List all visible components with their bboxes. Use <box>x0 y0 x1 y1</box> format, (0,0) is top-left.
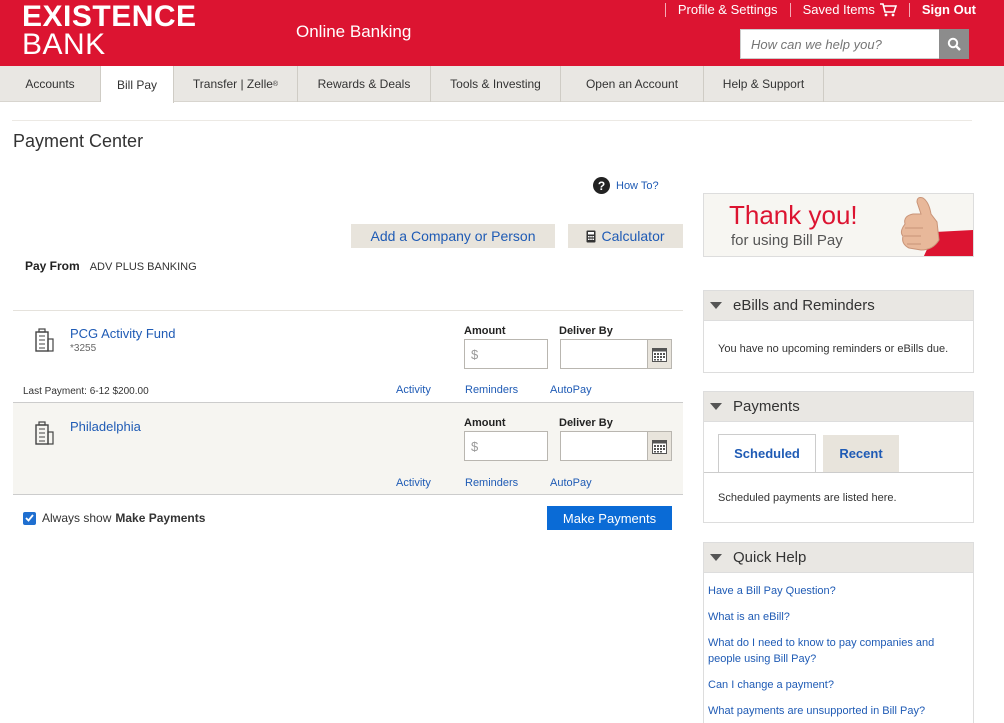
deliver-by-input[interactable] <box>560 339 672 369</box>
reminders-link[interactable]: Reminders <box>465 384 518 396</box>
tab-bill-pay[interactable]: Bill Pay <box>101 66 174 103</box>
pay-from-label: Pay From <box>25 259 80 273</box>
building-icon <box>35 328 54 352</box>
payments-message: Scheduled payments are listed here. <box>718 492 897 504</box>
cart-icon <box>879 2 897 16</box>
calculator-icon <box>586 230 596 242</box>
sign-out-link[interactable]: Sign Out <box>922 2 976 17</box>
payments-panel: Payments Scheduled Recent Scheduled paym… <box>703 391 974 523</box>
calendar-button[interactable] <box>647 340 671 368</box>
pay-from-account[interactable]: ADV PLUS BANKING <box>90 261 197 273</box>
quick-help-link[interactable]: What payments are unsupported in Bill Pa… <box>708 703 958 719</box>
divider <box>664 2 666 17</box>
tab-transfer-label: Transfer | Zelle <box>192 77 273 91</box>
calculator-label: Calculator <box>601 228 665 244</box>
how-to-label: How To? <box>616 179 659 192</box>
saved-items-label: Saved Items <box>802 2 875 17</box>
search-box <box>740 29 969 59</box>
payee-row: Philadelphia Amount $ Deliver By Activit… <box>13 402 683 495</box>
help-question-icon: ? <box>593 177 610 194</box>
collapse-triangle-icon <box>710 302 722 309</box>
search-input[interactable] <box>740 29 939 59</box>
activity-link[interactable]: Activity <box>396 477 431 489</box>
amount-label: Amount <box>464 325 506 337</box>
search-button[interactable] <box>939 29 969 59</box>
collapse-triangle-icon <box>710 554 722 561</box>
divider <box>908 2 910 17</box>
tab-recent[interactable]: Recent <box>823 435 899 472</box>
checkbox-checked-icon <box>23 511 36 525</box>
quick-help-link[interactable]: Can I change a payment? <box>708 677 958 693</box>
logo-line2: BANK <box>22 28 106 61</box>
autopay-link[interactable]: AutoPay <box>550 477 592 489</box>
calendar-button[interactable] <box>647 432 671 460</box>
building-icon <box>35 421 54 445</box>
promo-subline: for using Bill Pay <box>731 232 843 249</box>
deliver-by-label: Deliver By <box>559 417 613 429</box>
calculator-button[interactable]: Calculator <box>568 224 683 248</box>
tab-rewards[interactable]: Rewards & Deals <box>298 66 431 102</box>
payee-name-link[interactable]: Philadelphia <box>70 419 141 434</box>
deliver-by-input[interactable] <box>560 431 672 461</box>
amount-input[interactable]: $ <box>464 431 548 461</box>
profile-settings-link[interactable]: Profile & Settings <box>678 2 778 17</box>
ebills-panel: eBills and Reminders You have no upcomin… <box>703 290 974 373</box>
divider <box>789 2 791 17</box>
reminders-link[interactable]: Reminders <box>465 477 518 489</box>
quick-help-header[interactable]: Quick Help <box>704 543 973 573</box>
tab-help-support[interactable]: Help & Support <box>704 66 824 102</box>
quick-help-link[interactable]: What do I need to know to pay companies … <box>708 635 958 667</box>
search-icon <box>947 37 961 51</box>
promo-headline: Thank you! <box>729 200 858 230</box>
autopay-link[interactable]: AutoPay <box>550 384 592 396</box>
tab-scheduled[interactable]: Scheduled <box>718 434 816 472</box>
main-nav: Accounts Bill Pay Transfer | Zelle ® Rewa… <box>0 66 1004 103</box>
quick-help-link[interactable]: Have a Bill Pay Question? <box>708 583 958 599</box>
tab-tools-investing[interactable]: Tools & Investing <box>431 66 561 102</box>
product-title: Online Banking <box>296 22 412 41</box>
calendar-icon <box>652 439 667 454</box>
payee-name-link[interactable]: PCG Activity Fund <box>70 326 175 341</box>
always-show-label: Always show <box>42 511 112 525</box>
saved-items-link[interactable]: Saved Items <box>803 2 897 17</box>
deliver-by-label: Deliver By <box>559 325 613 337</box>
quick-help-panel: Quick Help Have a Bill Pay Question? Wha… <box>703 542 974 723</box>
tab-accounts[interactable]: Accounts <box>0 66 101 102</box>
quick-help-title: Quick Help <box>733 549 807 566</box>
divider <box>704 472 973 473</box>
payee-account-number: *3255 <box>70 343 97 354</box>
amount-input[interactable]: $ <box>464 339 548 369</box>
calendar-icon <box>652 347 667 362</box>
bank-logo[interactable]: EXISTENCE BANK <box>22 0 197 61</box>
page-title: Payment Center <box>13 131 144 151</box>
tab-transfer-zelle[interactable]: Transfer | Zelle ® <box>174 66 298 102</box>
pay-from: Pay From ADV PLUS BANKING <box>25 259 197 273</box>
ebills-message: You have no upcoming reminders or eBills… <box>718 343 949 355</box>
how-to-link[interactable]: ? How To? <box>593 177 659 194</box>
ebills-title: eBills and Reminders <box>733 297 875 314</box>
amount-label: Amount <box>464 417 506 429</box>
always-show-bold-label: Make Payments <box>115 511 206 525</box>
last-payment-info: Last Payment: 6-12 $200.00 <box>23 386 149 397</box>
top-header: EXISTENCE BANK Online Banking Profile & … <box>0 0 1004 66</box>
header-links: Profile & Settings Saved Items Sign Out <box>653 2 976 17</box>
registered-mark: ® <box>272 80 279 88</box>
ebills-panel-header[interactable]: eBills and Reminders <box>704 291 973 321</box>
make-payments-button[interactable]: Make Payments <box>547 506 672 530</box>
quick-help-link[interactable]: What is an eBill? <box>708 609 958 625</box>
quick-help-links: Have a Bill Pay Question? What is an eBi… <box>708 583 958 719</box>
logo-line1: EXISTENCE <box>22 0 197 33</box>
thumbs-up-icon <box>900 197 973 256</box>
payee-row: PCG Activity Fund *3255 Amount $ Deliver… <box>13 310 683 402</box>
payments-panel-header[interactable]: Payments <box>704 392 973 422</box>
payments-title: Payments <box>733 398 800 415</box>
activity-link[interactable]: Activity <box>396 384 431 396</box>
payments-tabs: Scheduled Recent <box>718 434 899 472</box>
thank-you-promo: Thank you! for using Bill Pay <box>703 193 974 257</box>
always-show-checkbox[interactable]: Always show Make Payments <box>23 511 205 525</box>
add-company-person-button[interactable]: Add a Company or Person <box>351 224 555 248</box>
collapse-triangle-icon <box>710 403 722 410</box>
divider <box>12 120 972 121</box>
tab-open-account[interactable]: Open an Account <box>561 66 704 102</box>
